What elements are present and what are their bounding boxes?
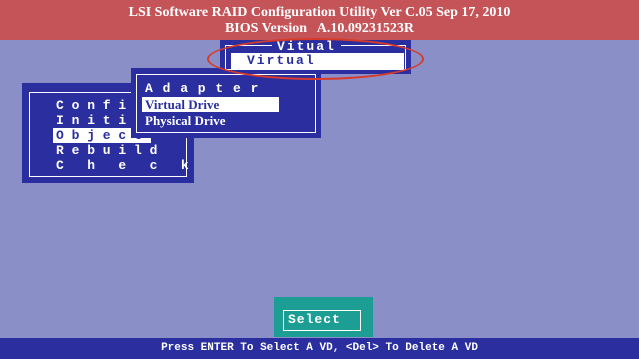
select-panel: Select <box>274 297 373 337</box>
title-bar: LSI Software RAID Configuration Utility … <box>0 0 639 40</box>
footer-hint-bar: Press ENTER To Select A VD, <Del> To Del… <box>0 338 639 359</box>
footer-hint: Press ENTER To Select A VD, <Del> To Del… <box>161 342 478 354</box>
menu-item-config[interactable]: C o n f i g <box>56 98 142 113</box>
submenu-item-adapter[interactable]: A d a p t e r <box>145 81 259 96</box>
menu-item-check[interactable]: C h e c k <box>56 158 189 173</box>
submenu-item-virtual-drive[interactable]: Virtual Drive <box>142 97 279 112</box>
app-title: LSI Software RAID Configuration Utility … <box>128 5 511 20</box>
select-button[interactable]: Select <box>283 310 361 331</box>
bios-version: BIOS Version A.10.09231523R <box>224 21 415 36</box>
bios-screen: LSI Software RAID Configuration Utility … <box>0 0 639 359</box>
highlight-oval-annotation <box>207 38 424 80</box>
menu-item-rebuild[interactable]: R e b u i l d <box>56 143 157 158</box>
submenu-item-physical-drive[interactable]: Physical Drive <box>145 113 226 128</box>
